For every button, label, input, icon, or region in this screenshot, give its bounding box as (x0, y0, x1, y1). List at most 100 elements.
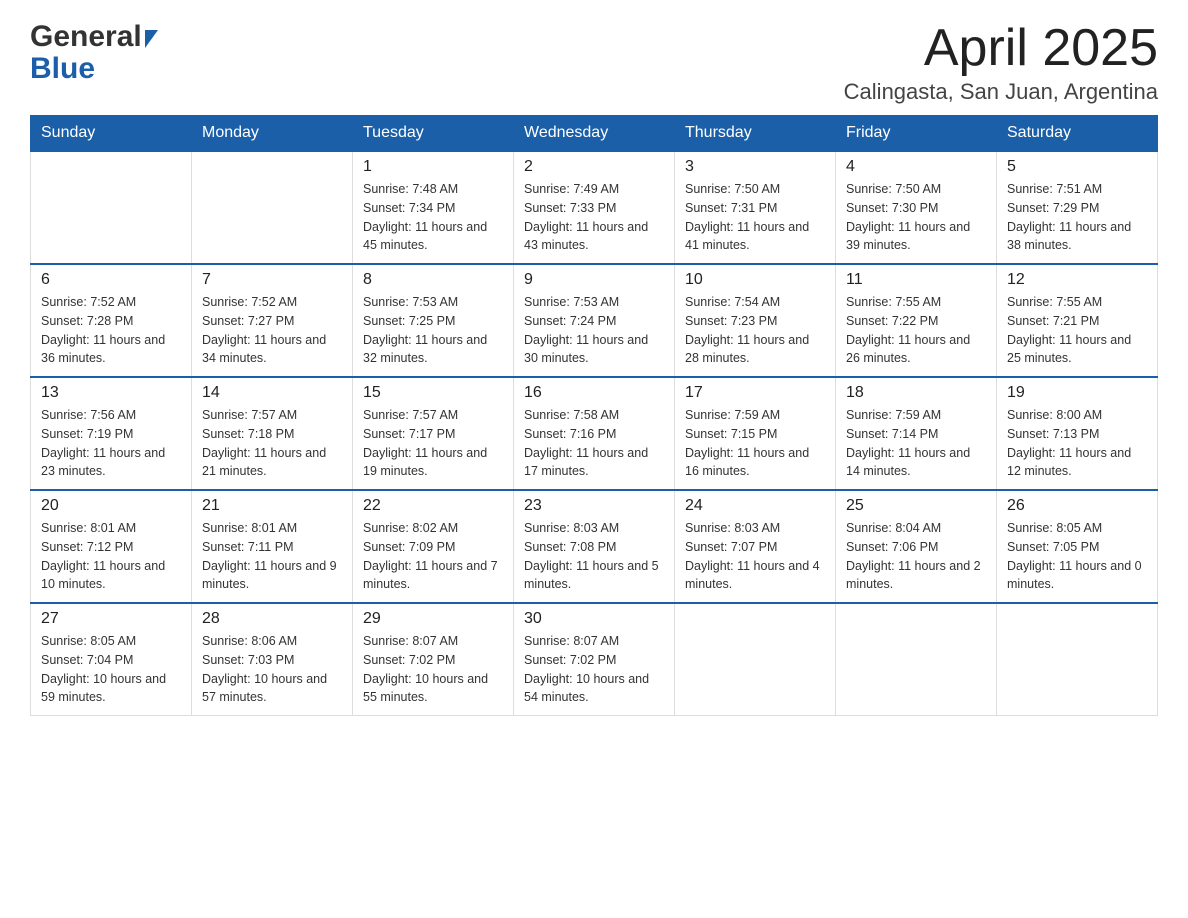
calendar-title: April 2025 (844, 20, 1158, 77)
calendar-cell: 17Sunrise: 7:59 AMSunset: 7:15 PMDayligh… (675, 377, 836, 490)
day-info: Sunrise: 8:06 AMSunset: 7:03 PMDaylight:… (202, 632, 342, 707)
day-number: 22 (363, 497, 503, 515)
calendar-cell: 15 Sunrise: 7:57 AMSunset: 7:17 PMDayligh… (353, 377, 514, 490)
day-info: Sunrise: 7:52 AMSunset: 7:27 PMDaylight:… (202, 293, 342, 368)
day-number: 11 (846, 271, 986, 289)
calendar-cell (675, 603, 836, 716)
day-number: 4 (846, 158, 986, 176)
day-number: 12 (1007, 271, 1147, 289)
logo-arrow-icon (145, 30, 158, 48)
day-number: 13 (41, 384, 181, 402)
day-info: Sunrise: 7:53 AMSunset: 7:25 PMDaylight:… (363, 293, 503, 368)
day-number: 7 (202, 271, 342, 289)
day-info: Sunrise: 7:51 AMSunset: 7:29 PMDaylight:… (1007, 180, 1147, 255)
calendar-cell (31, 151, 192, 264)
calendar-cell: 23 Sunrise: 8:03 AMSunset: 7:08 PMDayligh… (514, 490, 675, 603)
calendar-cell: 10 Sunrise: 7:54 AMSunset: 7:23 PMDayligh… (675, 264, 836, 377)
calendar-cell: 5 Sunrise: 7:51 AMSunset: 7:29 PMDaylight… (997, 151, 1158, 264)
day-info: Sunrise: 8:03 AMSunset: 7:07 PMDaylight:… (685, 519, 825, 594)
day-number: 23 (524, 497, 664, 515)
day-info: Sunrise: 7:53 AMSunset: 7:24 PMDaylight:… (524, 293, 664, 368)
day-info: Sunrise: 7:59 AMSunset: 7:15 PMDaylight:… (685, 406, 825, 481)
calendar-cell (192, 151, 353, 264)
logo-general-text: General (30, 20, 142, 54)
calendar-cell: 25 Sunrise: 8:04 AMSunset: 7:06 PMDayligh… (836, 490, 997, 603)
calendar-week-2: 6 Sunrise: 7:52 AMSunset: 7:28 PMDaylight… (31, 264, 1158, 377)
calendar-cell: 29 Sunrise: 8:07 AMSunset: 7:02 PMDayligh… (353, 603, 514, 716)
day-number: 15 (363, 384, 503, 402)
calendar-cell: 3Sunrise: 7:50 AMSunset: 7:31 PMDaylight… (675, 151, 836, 264)
day-number: 30 (524, 610, 664, 628)
calendar-week-1: 1Sunrise: 7:48 AMSunset: 7:34 PMDaylight… (31, 151, 1158, 264)
logo-blue-text: Blue (30, 52, 158, 86)
day-number: 25 (846, 497, 986, 515)
day-info: Sunrise: 8:02 AMSunset: 7:09 PMDaylight:… (363, 519, 503, 594)
day-number: 20 (41, 497, 181, 515)
day-info: Sunrise: 7:58 AMSunset: 7:16 PMDaylight:… (524, 406, 664, 481)
day-number: 10 (685, 271, 825, 289)
day-info: Sunrise: 8:00 AMSunset: 7:13 PMDaylight:… (1007, 406, 1147, 481)
day-number: 14 (202, 384, 342, 402)
header-row: SundayMondayTuesdayWednesdayThursdayFrid… (31, 116, 1158, 152)
day-number: 3 (685, 158, 825, 176)
day-info: Sunrise: 7:55 AMSunset: 7:22 PMDaylight:… (846, 293, 986, 368)
day-info: Sunrise: 8:01 AMSunset: 7:12 PMDaylight:… (41, 519, 181, 594)
calendar-cell: 21Sunrise: 8:01 AMSunset: 7:11 PMDayligh… (192, 490, 353, 603)
day-header-wednesday: Wednesday (514, 116, 675, 152)
day-number: 28 (202, 610, 342, 628)
calendar-cell: 30 Sunrise: 8:07 AMSunset: 7:02 PMDayligh… (514, 603, 675, 716)
day-info: Sunrise: 7:56 AMSunset: 7:19 PMDaylight:… (41, 406, 181, 481)
day-info: Sunrise: 8:07 AMSunset: 7:02 PMDaylight:… (524, 632, 664, 707)
calendar-table: SundayMondayTuesdayWednesdayThursdayFrid… (30, 115, 1158, 716)
day-info: Sunrise: 7:54 AMSunset: 7:23 PMDaylight:… (685, 293, 825, 368)
day-info: Sunrise: 8:07 AMSunset: 7:02 PMDaylight:… (363, 632, 503, 707)
calendar-cell: 13 Sunrise: 7:56 AMSunset: 7:19 PMDayligh… (31, 377, 192, 490)
calendar-cell (836, 603, 997, 716)
calendar-week-4: 20 Sunrise: 8:01 AMSunset: 7:12 PMDayligh… (31, 490, 1158, 603)
day-number: 2 (524, 158, 664, 176)
day-header-monday: Monday (192, 116, 353, 152)
calendar-cell: 24Sunrise: 8:03 AMSunset: 7:07 PMDayligh… (675, 490, 836, 603)
page-header: General Blue April 2025 Calingasta, San … (30, 20, 1158, 105)
day-header-saturday: Saturday (997, 116, 1158, 152)
day-number: 6 (41, 271, 181, 289)
calendar-cell: 20 Sunrise: 8:01 AMSunset: 7:12 PMDayligh… (31, 490, 192, 603)
calendar-cell: 12 Sunrise: 7:55 AMSunset: 7:21 PMDayligh… (997, 264, 1158, 377)
day-info: Sunrise: 8:01 AMSunset: 7:11 PMDaylight:… (202, 519, 342, 594)
calendar-cell: 27Sunrise: 8:05 AMSunset: 7:04 PMDayligh… (31, 603, 192, 716)
day-number: 19 (1007, 384, 1147, 402)
day-info: Sunrise: 7:57 AMSunset: 7:18 PMDaylight:… (202, 406, 342, 481)
day-number: 16 (524, 384, 664, 402)
day-info: Sunrise: 7:48 AMSunset: 7:34 PMDaylight:… (363, 180, 503, 255)
day-number: 5 (1007, 158, 1147, 176)
calendar-cell: 9 Sunrise: 7:53 AMSunset: 7:24 PMDaylight… (514, 264, 675, 377)
calendar-cell: 16 Sunrise: 7:58 AMSunset: 7:16 PMDayligh… (514, 377, 675, 490)
calendar-header: SundayMondayTuesdayWednesdayThursdayFrid… (31, 116, 1158, 152)
day-number: 27 (41, 610, 181, 628)
calendar-cell: 19 Sunrise: 8:00 AMSunset: 7:13 PMDayligh… (997, 377, 1158, 490)
calendar-cell: 26Sunrise: 8:05 AMSunset: 7:05 PMDayligh… (997, 490, 1158, 603)
day-number: 8 (363, 271, 503, 289)
calendar-subtitle: Calingasta, San Juan, Argentina (844, 79, 1158, 105)
logo: General Blue (30, 20, 158, 86)
calendar-cell: 7 Sunrise: 7:52 AMSunset: 7:27 PMDaylight… (192, 264, 353, 377)
day-info: Sunrise: 7:52 AMSunset: 7:28 PMDaylight:… (41, 293, 181, 368)
day-info: Sunrise: 8:04 AMSunset: 7:06 PMDaylight:… (846, 519, 986, 594)
calendar-body: 1Sunrise: 7:48 AMSunset: 7:34 PMDaylight… (31, 151, 1158, 716)
day-header-sunday: Sunday (31, 116, 192, 152)
calendar-cell: 1Sunrise: 7:48 AMSunset: 7:34 PMDaylight… (353, 151, 514, 264)
day-info: Sunrise: 7:57 AMSunset: 7:17 PMDaylight:… (363, 406, 503, 481)
calendar-cell: 6 Sunrise: 7:52 AMSunset: 7:28 PMDaylight… (31, 264, 192, 377)
day-info: Sunrise: 7:55 AMSunset: 7:21 PMDaylight:… (1007, 293, 1147, 368)
calendar-cell: 8 Sunrise: 7:53 AMSunset: 7:25 PMDaylight… (353, 264, 514, 377)
calendar-cell: 18Sunrise: 7:59 AMSunset: 7:14 PMDayligh… (836, 377, 997, 490)
day-info: Sunrise: 8:05 AMSunset: 7:05 PMDaylight:… (1007, 519, 1147, 594)
day-header-friday: Friday (836, 116, 997, 152)
day-info: Sunrise: 7:50 AMSunset: 7:30 PMDaylight:… (846, 180, 986, 255)
day-info: Sunrise: 8:03 AMSunset: 7:08 PMDaylight:… (524, 519, 664, 594)
title-section: April 2025 Calingasta, San Juan, Argenti… (844, 20, 1158, 105)
day-number: 9 (524, 271, 664, 289)
calendar-cell: 11 Sunrise: 7:55 AMSunset: 7:22 PMDayligh… (836, 264, 997, 377)
day-number: 29 (363, 610, 503, 628)
calendar-cell: 14 Sunrise: 7:57 AMSunset: 7:18 PMDayligh… (192, 377, 353, 490)
